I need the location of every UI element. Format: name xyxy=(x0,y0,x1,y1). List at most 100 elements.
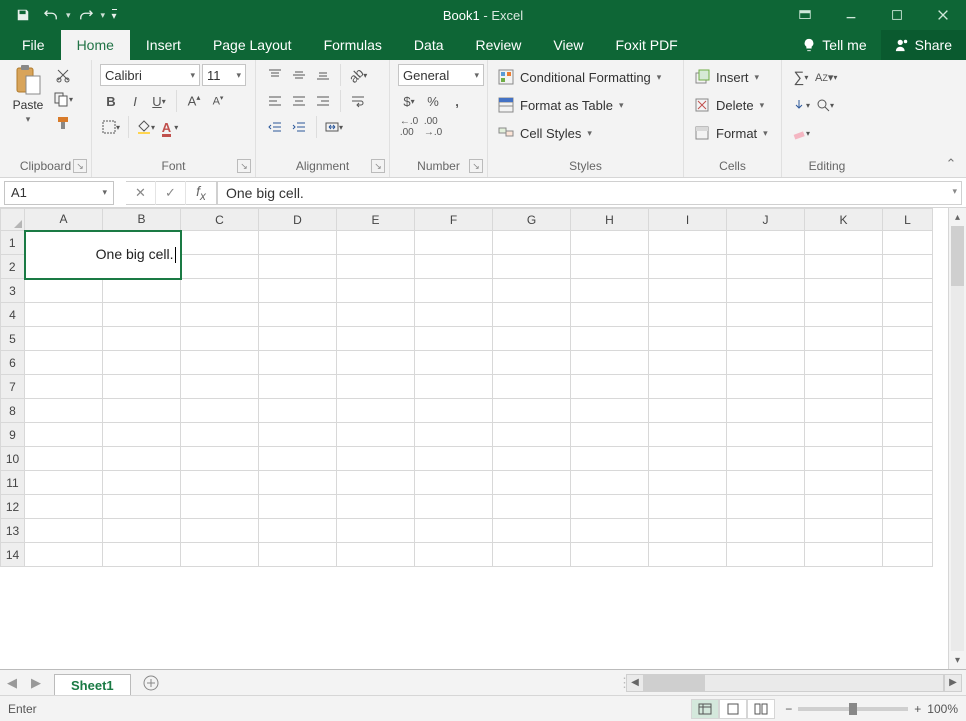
percent-button[interactable]: % xyxy=(422,90,444,112)
new-sheet-button[interactable] xyxy=(137,669,165,697)
zoom-out-button[interactable]: − xyxy=(785,702,792,716)
name-box[interactable]: A1▾ xyxy=(4,181,114,205)
hscroll-track[interactable] xyxy=(644,674,944,692)
sheet-tab-active[interactable]: Sheet1 xyxy=(54,674,131,696)
redo-button[interactable] xyxy=(73,4,99,26)
copy-button[interactable]: ▾ xyxy=(52,88,74,110)
merged-cell-a1-b2[interactable]: One big cell. xyxy=(25,231,181,279)
row-header[interactable]: 12 xyxy=(1,495,25,519)
wrap-text-button[interactable] xyxy=(347,90,369,112)
fill-color-button[interactable]: ▾ xyxy=(135,116,157,138)
row-header[interactable]: 7 xyxy=(1,375,25,399)
select-all-button[interactable] xyxy=(1,209,25,231)
horizontal-scrollbar[interactable]: ⋮ ◀ ▶ xyxy=(618,674,966,692)
row-header[interactable]: 13 xyxy=(1,519,25,543)
tab-file[interactable]: File xyxy=(6,30,61,60)
hscroll-thumb[interactable] xyxy=(645,675,705,691)
view-normal-button[interactable] xyxy=(691,699,719,719)
underline-button[interactable]: U▾ xyxy=(148,90,170,112)
paste-button[interactable]: Paste ▾ xyxy=(8,64,48,125)
row-header[interactable]: 8 xyxy=(1,399,25,423)
cancel-formula-button[interactable]: ✕ xyxy=(126,181,156,205)
column-header[interactable]: H xyxy=(571,209,649,231)
font-size-combo[interactable]: 11▾ xyxy=(202,64,246,86)
align-top-button[interactable] xyxy=(264,64,286,86)
italic-button[interactable]: I xyxy=(124,90,146,112)
decrease-font-button[interactable]: A▾ xyxy=(207,90,229,112)
find-select-button[interactable]: ▾ xyxy=(814,94,836,116)
vscroll-thumb[interactable] xyxy=(951,226,964,286)
column-header[interactable]: L xyxy=(883,209,933,231)
column-header[interactable]: D xyxy=(259,209,337,231)
share-button[interactable]: Share xyxy=(881,30,966,60)
row-header[interactable]: 2 xyxy=(1,255,25,279)
worksheet-grid[interactable]: A B C D E F G H I J K L 1 One big cell. … xyxy=(0,208,933,567)
column-header[interactable]: C xyxy=(181,209,259,231)
increase-indent-button[interactable] xyxy=(288,116,310,138)
decrease-indent-button[interactable] xyxy=(264,116,286,138)
bold-button[interactable]: B xyxy=(100,90,122,112)
column-header[interactable]: G xyxy=(493,209,571,231)
tab-split-handle[interactable]: ⋮ xyxy=(618,675,626,691)
column-header[interactable]: A xyxy=(25,209,103,231)
vscroll-track[interactable] xyxy=(951,226,964,651)
align-middle-button[interactable] xyxy=(288,64,310,86)
minimize-button[interactable] xyxy=(828,0,874,30)
zoom-level[interactable]: 100% xyxy=(927,702,958,716)
tab-foxit-pdf[interactable]: Foxit PDF xyxy=(600,30,694,60)
number-format-combo[interactable]: General▾ xyxy=(398,64,484,86)
format-cells-button[interactable]: Format▾ xyxy=(692,122,770,144)
insert-function-button[interactable]: fx xyxy=(186,181,216,205)
font-color-button[interactable]: A▾ xyxy=(159,116,181,138)
hscroll-left-button[interactable]: ◀ xyxy=(626,674,644,692)
row-header[interactable]: 4 xyxy=(1,303,25,327)
number-dialog-launcher[interactable]: ↘ xyxy=(469,159,483,173)
scroll-up-button[interactable]: ▴ xyxy=(949,208,966,226)
align-right-button[interactable] xyxy=(312,90,334,112)
hscroll-right-button[interactable]: ▶ xyxy=(944,674,962,692)
zoom-slider-thumb[interactable] xyxy=(849,703,857,715)
clear-button[interactable]: ▾ xyxy=(790,122,812,144)
comma-button[interactable]: , xyxy=(446,90,468,112)
merge-center-button[interactable]: ▾ xyxy=(323,116,345,138)
format-as-table-button[interactable]: Format as Table▾ xyxy=(496,94,663,116)
formula-input[interactable]: One big cell. ▾ xyxy=(217,181,962,205)
borders-button[interactable]: ▾ xyxy=(100,116,122,138)
sheet-nav-next[interactable]: ▶ xyxy=(26,673,46,693)
sheet-nav-prev[interactable]: ◀ xyxy=(2,673,22,693)
font-name-combo[interactable]: Calibri▾ xyxy=(100,64,200,86)
row-header[interactable]: 1 xyxy=(1,231,25,255)
tab-data[interactable]: Data xyxy=(398,30,460,60)
enter-formula-button[interactable]: ✓ xyxy=(156,181,186,205)
close-button[interactable] xyxy=(920,0,966,30)
row-header[interactable]: 9 xyxy=(1,423,25,447)
increase-decimal-button[interactable]: ←.0.00 xyxy=(398,116,420,138)
row-header[interactable]: 10 xyxy=(1,447,25,471)
tell-me[interactable]: Tell me xyxy=(788,30,880,60)
scroll-down-button[interactable]: ▾ xyxy=(949,651,966,669)
view-page-break-button[interactable] xyxy=(747,699,775,719)
undo-button[interactable] xyxy=(38,4,64,26)
column-header[interactable]: E xyxy=(337,209,415,231)
expand-formula-bar-button[interactable]: ▾ xyxy=(952,186,957,197)
column-header[interactable]: J xyxy=(727,209,805,231)
row-header[interactable]: 6 xyxy=(1,351,25,375)
autosum-button[interactable]: ∑▾ xyxy=(790,66,812,88)
fill-button[interactable]: ▾ xyxy=(790,94,812,116)
row-header[interactable]: 11 xyxy=(1,471,25,495)
orientation-button[interactable]: ab▾ xyxy=(347,64,369,86)
vertical-scrollbar[interactable]: ▴ ▾ xyxy=(948,208,966,669)
tab-home[interactable]: Home xyxy=(61,30,130,60)
tab-review[interactable]: Review xyxy=(460,30,538,60)
align-center-button[interactable] xyxy=(288,90,310,112)
column-header[interactable]: K xyxy=(805,209,883,231)
save-button[interactable] xyxy=(10,4,36,26)
column-header[interactable]: I xyxy=(649,209,727,231)
cell-styles-button[interactable]: Cell Styles▾ xyxy=(496,122,663,144)
qat-customize-button[interactable]: ▾ xyxy=(107,4,121,26)
row-header[interactable]: 3 xyxy=(1,279,25,303)
tab-view[interactable]: View xyxy=(537,30,599,60)
maximize-button[interactable] xyxy=(874,0,920,30)
zoom-in-button[interactable]: + xyxy=(914,702,921,716)
zoom-slider[interactable] xyxy=(798,707,908,711)
